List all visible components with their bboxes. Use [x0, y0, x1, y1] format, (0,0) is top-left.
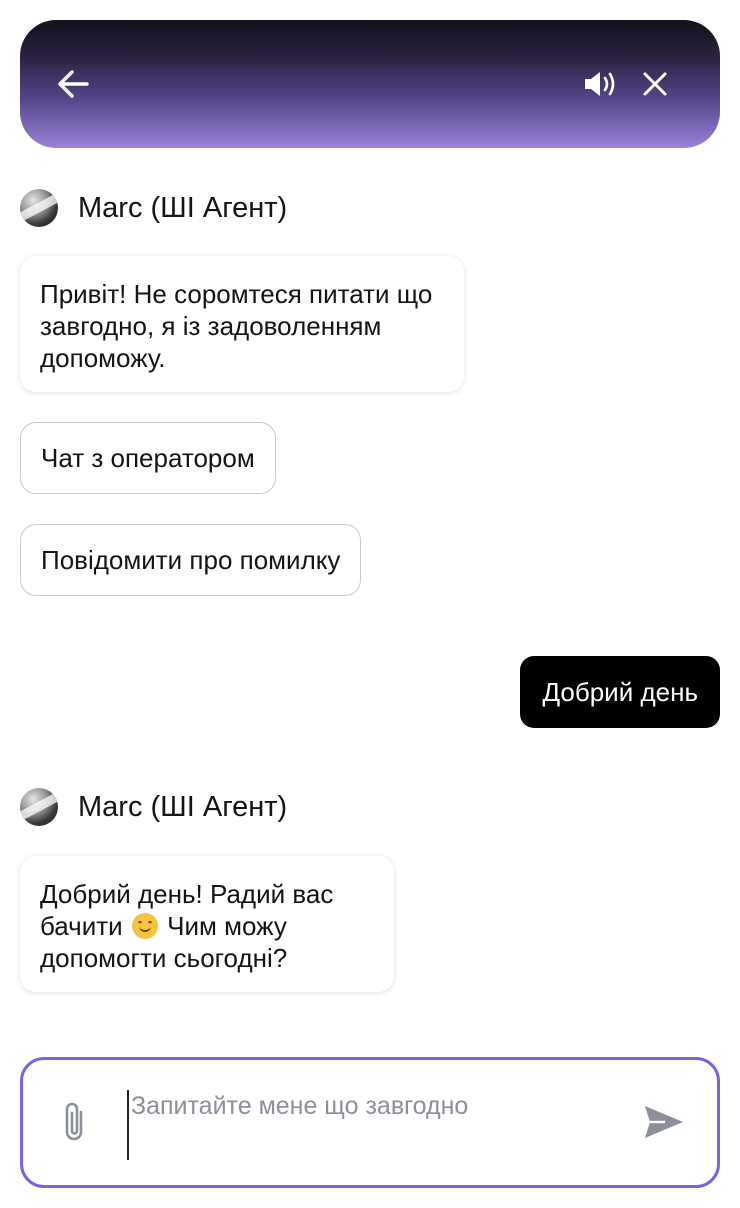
agent-header: Marc (ШІ Агент) — [20, 186, 287, 230]
send-icon — [645, 1106, 683, 1138]
agent-message-text: Привіт! Не соромтеся питати що завгодно,… — [40, 279, 433, 373]
close-button[interactable] — [635, 64, 675, 104]
agent-name: Marc (ШІ Агент) — [78, 191, 288, 224]
message-input[interactable] — [127, 1090, 597, 1160]
back-button[interactable] — [53, 64, 93, 104]
message-composer — [20, 1057, 720, 1188]
chip-label: Чат з оператором — [41, 442, 255, 473]
paperclip-icon — [65, 1102, 83, 1141]
chat-widget: Marc (ШІ Агент) Привіт! Не соромтеся пит… — [0, 0, 740, 1208]
sound-toggle-button[interactable] — [580, 64, 620, 104]
chat-header — [20, 20, 720, 148]
agent-message-bubble: Добрий день! Радий вас бачити Чим можу д… — [20, 856, 394, 992]
chat-with-operator-button[interactable]: Чат з оператором — [20, 422, 276, 494]
report-error-button[interactable]: Повідомити про помилку — [20, 524, 362, 596]
attach-button[interactable] — [55, 1098, 95, 1146]
agent-message-bubble: Привіт! Не соромтеся питати що завгодно,… — [20, 256, 464, 392]
agent-name: Marc (ШІ Агент) — [78, 790, 288, 823]
agent-header: Marc (ШІ Агент) — [20, 785, 287, 829]
user-message-bubble: Добрий день — [520, 656, 720, 728]
user-message-text: Добрий день — [542, 676, 698, 707]
arrow-left-icon — [58, 70, 89, 98]
agent-avatar-icon — [20, 189, 58, 227]
chip-label: Повідомити про помилку — [41, 544, 341, 575]
smiling-face-emoji — [131, 913, 158, 939]
close-icon — [643, 72, 667, 96]
agent-avatar-icon — [20, 788, 58, 826]
send-button[interactable] — [641, 1102, 687, 1142]
speaker-icon — [585, 72, 615, 96]
